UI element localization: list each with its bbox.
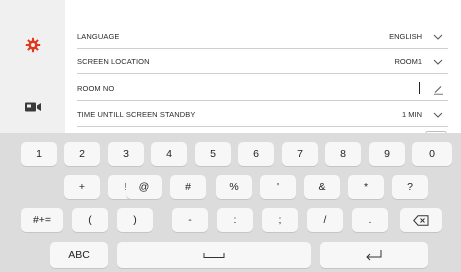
sidebar-item-settings[interactable] [0, 30, 65, 60]
room-no-label: ROOM NO [77, 83, 115, 93]
sidebar [0, 0, 65, 133]
settings-list: LANGUAGE ENGLISH SCREEN LOCATION ROOM1 R… [65, 0, 461, 135]
language-label: LANGUAGE [77, 31, 120, 41]
screen-location-label: SCREEN LOCATION [77, 56, 150, 66]
language-value: ENGLISH [389, 31, 422, 41]
camera-icon [24, 102, 41, 112]
key-2[interactable]: 2 [64, 142, 100, 166]
key-asterisk[interactable]: * [348, 175, 384, 199]
language-row[interactable]: LANGUAGE ENGLISH [77, 24, 448, 49]
key-ampersand[interactable]: & [304, 175, 340, 199]
key-9[interactable]: 9 [369, 142, 405, 166]
key-1[interactable]: 1 [21, 142, 57, 166]
on-screen-keyboard: 1 2 3 4 5 6 7 8 9 0 + ! @ # % ' & * ? #+… [0, 133, 461, 272]
chevron-down-icon[interactable] [432, 31, 444, 43]
pencil-icon[interactable] [432, 83, 444, 95]
key-close-paren[interactable]: ) [117, 208, 153, 232]
sidebar-item-camera[interactable] [0, 92, 65, 122]
key-colon[interactable]: : [217, 208, 253, 232]
key-hash[interactable]: # [170, 175, 206, 199]
key-open-paren[interactable]: ( [72, 208, 108, 232]
key-semicolon[interactable]: ; [262, 208, 298, 232]
key-7[interactable]: 7 [282, 142, 318, 166]
standby-time-label: TIME UNTILL SCREEN STANDBY [77, 109, 196, 119]
screen-location-value: ROOM1 [394, 56, 422, 66]
chevron-down-icon[interactable] [432, 56, 444, 68]
enter-icon [366, 250, 382, 261]
abc-mode-key[interactable]: ABC [50, 242, 108, 268]
key-4[interactable]: 4 [151, 142, 187, 166]
backspace-key[interactable] [400, 208, 442, 232]
key-0[interactable]: 0 [412, 142, 452, 166]
room-no-row[interactable]: ROOM NO [77, 76, 448, 101]
key-5[interactable]: 5 [195, 142, 231, 166]
space-icon [203, 253, 225, 258]
key-period[interactable]: . [352, 208, 388, 232]
key-plus[interactable]: + [64, 175, 100, 199]
key-minus[interactable]: - [172, 208, 208, 232]
backspace-icon [413, 214, 429, 226]
key-8[interactable]: 8 [325, 142, 361, 166]
key-at[interactable]: @ [126, 175, 162, 199]
key-3[interactable]: 3 [108, 142, 144, 166]
space-key[interactable] [117, 242, 311, 268]
key-apostrophe[interactable]: ' [260, 175, 296, 199]
key-6[interactable]: 6 [238, 142, 274, 166]
key-question[interactable]: ? [392, 175, 428, 199]
key-percent[interactable]: % [216, 175, 252, 199]
symbols-toggle-key[interactable]: #+= [21, 208, 63, 232]
standby-time-value: 1 MIN [401, 109, 422, 119]
enter-key[interactable] [320, 242, 428, 268]
key-slash[interactable]: / [307, 208, 343, 232]
text-cursor [419, 82, 420, 94]
standby-time-row[interactable]: TIME UNTILL SCREEN STANDBY 1 MIN [77, 102, 448, 127]
chevron-down-icon[interactable] [432, 109, 444, 121]
gear-icon [25, 37, 40, 53]
settings-screen: LANGUAGE ENGLISH SCREEN LOCATION ROOM1 R… [0, 0, 461, 272]
screen-location-row[interactable]: SCREEN LOCATION ROOM1 [77, 49, 448, 74]
